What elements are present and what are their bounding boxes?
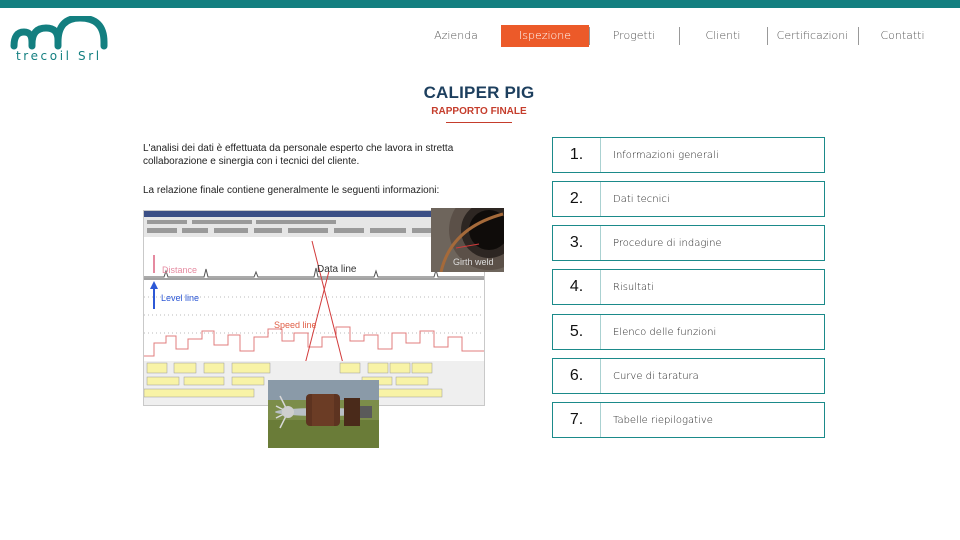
intro-paragraph-2: La relazione finale contiene generalment… [143, 185, 440, 196]
list-item-label: Informazioni generali [613, 149, 719, 161]
chart-label-distance: Distance [162, 265, 197, 275]
chart-label-girth-weld: Girth weld [453, 257, 494, 267]
intro-paragraph-1: L'analisi dei dati è effettuata da perso… [143, 143, 454, 167]
list-item[interactable]: 1. Informazioni generali [552, 137, 825, 173]
chart-label-speed-line: Speed line [274, 320, 317, 330]
chart-label-level-line: Level line [161, 293, 199, 303]
nav-progetti[interactable]: Progetti [589, 25, 679, 47]
nav-certificazioni[interactable]: Certificazioni [767, 25, 858, 47]
nav-azienda[interactable]: Azienda [411, 25, 501, 47]
nav-clienti[interactable]: Clienti [679, 25, 767, 47]
list-item-number: 3. [553, 226, 601, 260]
list-item-number: 6. [553, 359, 601, 393]
nav-contatti[interactable]: Contatti [858, 25, 947, 47]
list-item-label: Elenco delle funzioni [613, 326, 717, 338]
main-nav: Azienda Ispezione Progetti Clienti Certi… [411, 25, 947, 47]
subtitle-underline [446, 122, 512, 123]
list-item-label: Procedure di indagine [613, 237, 722, 249]
list-item[interactable]: 4. Risultati [552, 269, 825, 305]
list-item[interactable]: 2. Dati tecnici [552, 181, 825, 217]
list-item-number: 5. [553, 315, 601, 349]
list-item[interactable]: 7. Tabelle riepilogative [552, 402, 825, 438]
list-item-label: Risultati [613, 281, 654, 293]
list-item-number: 4. [553, 270, 601, 304]
list-item-label: Tabelle riepilogative [613, 414, 713, 426]
logo-text: trecoil Srl [16, 49, 102, 63]
list-item[interactable]: 5. Elenco delle funzioni [552, 314, 825, 350]
page-title: CALIPER PIG [423, 83, 535, 102]
list-item[interactable]: 3. Procedure di indagine [552, 225, 825, 261]
nav-ispezione[interactable]: Ispezione [501, 25, 589, 47]
list-item[interactable]: 6. Curve di taratura [552, 358, 825, 394]
caliper-pig-photo [268, 380, 379, 448]
list-item-label: Curve di taratura [613, 370, 699, 382]
girth-weld-photo: Girth weld [431, 208, 504, 272]
list-item-number: 7. [553, 403, 601, 437]
chart-label-data-line: Data line [317, 264, 357, 275]
page-subtitle: RAPPORTO FINALE [431, 106, 527, 117]
list-item-label: Dati tecnici [613, 193, 670, 205]
top-accent-bar [0, 0, 960, 8]
list-item-number: 2. [553, 182, 601, 216]
list-item-number: 1. [553, 138, 601, 172]
